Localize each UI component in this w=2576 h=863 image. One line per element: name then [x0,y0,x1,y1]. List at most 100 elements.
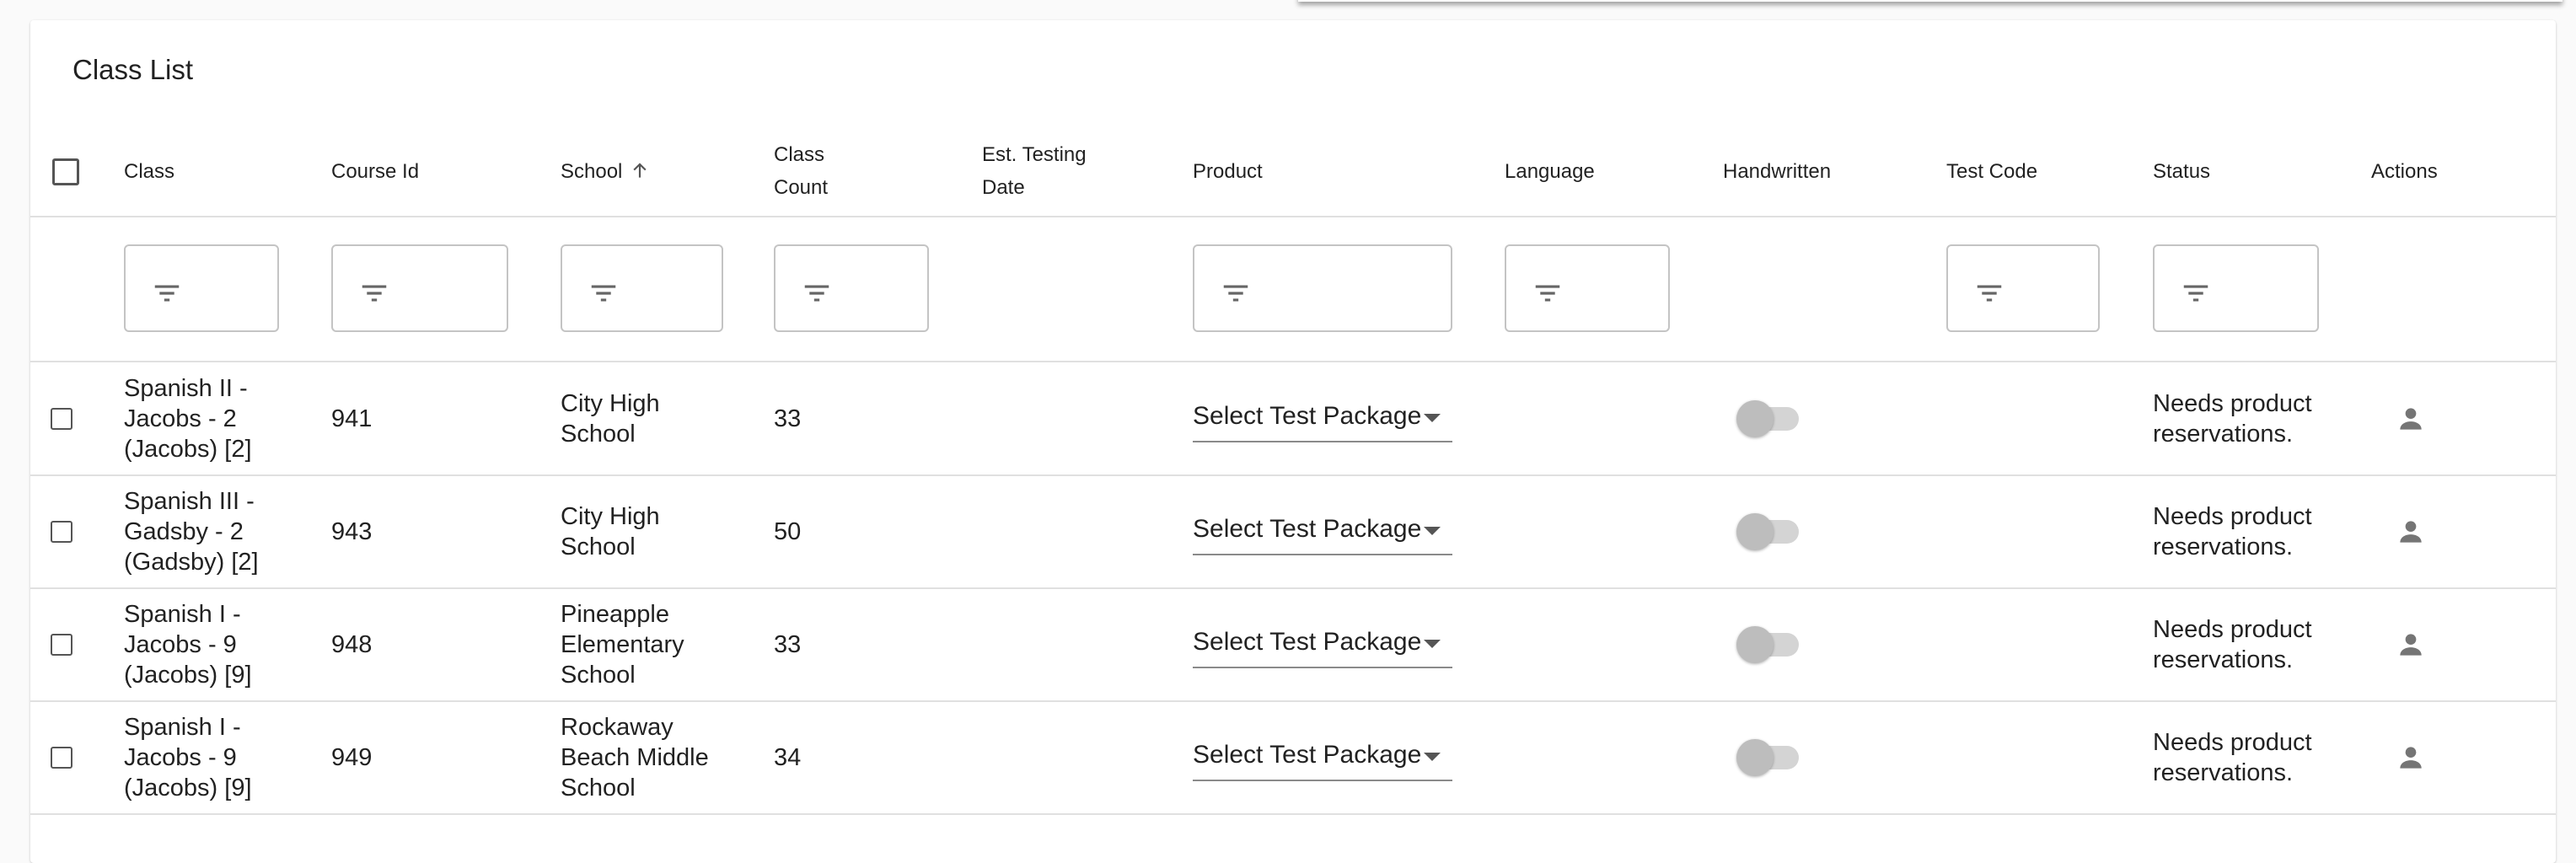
person-icon[interactable] [2395,403,2427,439]
filter-input-product[interactable] [1193,244,1452,332]
product-select-label: Select Test Package [1193,402,1422,430]
column-header-course-id[interactable]: Course Id [331,155,419,188]
row-checkbox[interactable] [51,521,72,543]
handwritten-toggle[interactable] [1736,737,1801,778]
dropdown-arrow-icon [1424,414,1441,422]
status-text-line: Needs product [2153,729,2312,756]
class-name: Spanish II - Jacobs - 2 (Jacobs) [2] [124,373,252,464]
toggle-thumb [1736,739,1774,776]
column-header-handwritten[interactable]: Handwritten [1723,155,1831,188]
filter-input-test-code[interactable] [1946,244,2100,332]
row-checkbox[interactable] [51,408,72,430]
column-header-school-label: School [561,160,623,183]
course-id: 941 [331,405,373,432]
person-icon[interactable] [2395,629,2427,665]
status-text-line: reservations. [2153,533,2294,560]
column-header-product[interactable]: Product [1193,155,1263,188]
school-name-line: Elementary [561,631,684,658]
school-name-line: School [561,533,636,560]
class-name-line: Spanish II - [124,375,248,402]
divider [30,700,2556,702]
filter-input-class-count[interactable] [774,244,929,332]
product-select[interactable]: Select Test Package [1193,731,1452,781]
divider [30,216,2556,217]
class-name-line: Jacobs - 2 [124,405,237,432]
class-name: Spanish I - Jacobs - 9 (Jacobs) [9] [124,599,252,690]
select-all-checkbox[interactable] [52,158,79,185]
class-name-line: Spanish III - [124,488,255,515]
divider [30,813,2556,815]
course-id: 943 [331,518,373,545]
dropdown-arrow-icon [1424,753,1441,761]
filter-input-language[interactable] [1505,244,1670,332]
school-name-line: City High [561,503,660,530]
school-name: Pineapple Elementary School [561,599,684,690]
school-name-line: School [561,421,636,448]
person-icon[interactable] [2395,516,2427,552]
column-header-class-count-line2: Count [774,176,829,199]
row-checkbox[interactable] [51,634,72,656]
course-id: 948 [331,631,373,658]
class-count: 33 [774,405,802,432]
column-header-status[interactable]: Status [2153,155,2210,188]
product-select[interactable]: Select Test Package [1193,505,1452,555]
divider [30,587,2556,589]
status-text-line: reservations. [2153,646,2294,673]
class-count: 33 [774,631,802,658]
status-text-line: Needs product [2153,616,2312,643]
column-header-est-testing-line2: Date [982,176,1025,199]
filter-list-icon [588,277,620,314]
dropdown-arrow-icon [1424,640,1441,648]
school-name-line: City High [561,390,660,417]
divider [30,361,2556,362]
row-checkbox[interactable] [51,747,72,769]
filter-list-icon [358,277,390,314]
filter-input-status[interactable] [2153,244,2319,332]
toggle-thumb [1736,400,1774,437]
class-name-line: Spanish I - [124,714,241,741]
column-header-est-testing-line1: Est. Testing [982,143,1087,166]
status-text-line: reservations. [2153,759,2294,786]
product-select[interactable]: Select Test Package [1193,392,1452,442]
column-header-est-testing-date[interactable]: Est. Testing Date [982,138,1087,204]
column-header-school[interactable]: School [561,155,651,191]
handwritten-toggle[interactable] [1736,624,1801,665]
dropdown-arrow-icon [1424,527,1441,535]
column-header-class-count[interactable]: Class Count [774,138,828,204]
column-header-class[interactable]: Class [124,155,174,188]
product-select[interactable]: Select Test Package [1193,618,1452,668]
class-name-line: Gadsby - 2 [124,518,244,545]
filter-input-school[interactable] [561,244,723,332]
filter-input-class[interactable] [124,244,279,332]
school-name-line: Pineapple [561,601,669,628]
column-header-test-code[interactable]: Test Code [1946,155,2037,188]
status-text-line: Needs product [2153,503,2312,530]
class-name-line: (Jacobs) [9] [124,775,252,801]
filter-list-icon [151,277,183,314]
overlay-panel-edge [1298,0,2563,2]
class-list-card: Class List Class Course Id School Class … [30,20,2556,863]
class-name: Spanish I - Jacobs - 9 (Jacobs) [9] [124,712,252,803]
school-name-line: School [561,662,636,689]
column-header-language[interactable]: Language [1505,155,1595,188]
person-icon[interactable] [2395,742,2427,778]
class-name-line: Spanish I - [124,601,241,628]
filter-input-course-id[interactable] [331,244,508,332]
handwritten-toggle[interactable] [1736,512,1801,552]
school-name-line: Beach Middle [561,744,709,771]
class-name-line: Jacobs - 9 [124,744,237,771]
divider [30,474,2556,476]
status-text-line: reservations. [2153,421,2294,448]
product-select-label: Select Test Package [1193,515,1422,543]
school-name-line: Rockaway [561,714,674,741]
handwritten-toggle[interactable] [1736,399,1801,439]
filter-list-icon [1973,277,2005,314]
column-header-actions: Actions [2371,160,2438,183]
class-name: Spanish III - Gadsby - 2 (Gadsby) [2] [124,486,259,577]
school-name: City High School [561,389,660,449]
card-title: Class List [72,54,194,85]
status-text: Needs product reservations. [2153,389,2312,449]
class-name-line: (Jacobs) [9] [124,662,252,689]
school-name-line: School [561,775,636,801]
class-count: 34 [774,744,802,771]
